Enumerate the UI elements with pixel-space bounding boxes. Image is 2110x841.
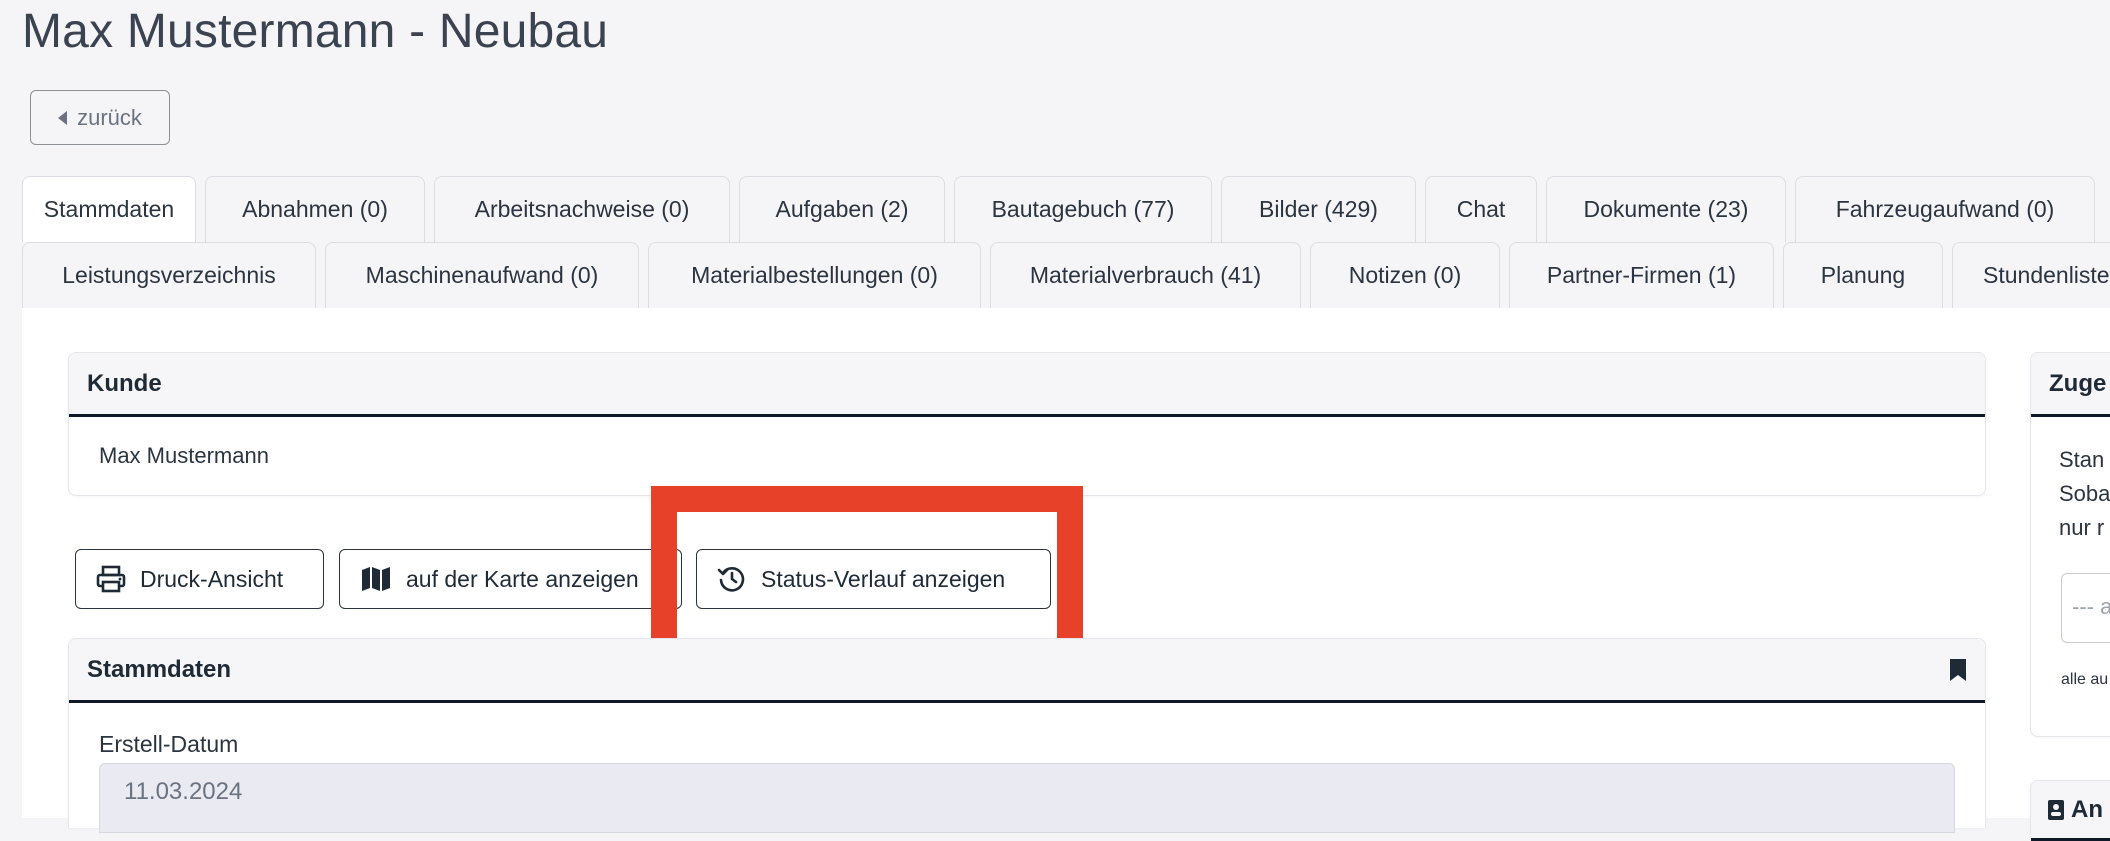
map-icon [362,567,390,591]
tab-planung[interactable]: Planung [1783,242,1943,308]
side-text-line: nur r [2059,515,2105,540]
tab-label: Fahrzeugaufwand (0) [1835,196,2055,222]
caret-left-icon [58,110,68,125]
tab-label: Stammdaten [43,196,175,222]
status-history-label: Status-Verlauf anzeigen [761,565,1006,592]
tab-maschinenaufwand[interactable]: Maschinenaufwand (0) [325,242,639,308]
side-text-line: Soba [2059,481,2110,506]
kunde-card: Kunde Max Mustermann [68,352,1986,496]
tab-fahrzeugaufwand[interactable]: Fahrzeugaufwand (0) [1795,176,2095,242]
history-icon [717,567,745,592]
side-panel-small-text: alle au [2061,671,2109,688]
back-button-label: zurück [77,104,142,130]
tab-aufgaben[interactable]: Aufgaben (2) [739,176,945,242]
tabs-row-2: Leistungsverzeichnis Maschinenaufwand (0… [22,242,2110,308]
tab-abnahmen[interactable]: Abnahmen (0) [205,176,425,242]
kunde-card-header: Kunde [69,353,1985,417]
tab-label: Planung [1820,262,1906,288]
side-panel-text: Stan Soba nur r [2059,443,2110,545]
tab-label: Bilder (429) [1259,196,1378,222]
show-on-map-button[interactable]: auf der Karte anzeigen [339,549,682,609]
tab-partner-firmen[interactable]: Partner-Firmen (1) [1509,242,1774,308]
created-date-field[interactable]: 11.03.2024 [99,763,1955,833]
side-panel-card: Zuge Stan Soba nur r --- a alle au [2030,352,2110,737]
stammdaten-card-title: Stammdaten [87,655,232,683]
tab-label: Leistungsverzeichnis [62,262,276,288]
tab-bautagebuch[interactable]: Bautagebuch (77) [954,176,1212,242]
tab-materialbestellungen[interactable]: Materialbestellungen (0) [648,242,981,308]
created-date-label: Erstell-Datum [99,731,239,757]
kunde-name: Max Mustermann [99,443,269,468]
side-panel-header: Zuge [2031,353,2110,417]
print-view-button[interactable]: Druck-Ansicht [75,549,324,609]
tab-label: Stundenliste [1983,262,2110,288]
tab-label: Abnahmen (0) [242,196,388,222]
side-panel-2-header: An [2031,781,2110,841]
tabs-row-1: Stammdaten Abnahmen (0) Arbeitsnachweise… [22,176,2095,242]
contact-card-icon [2048,799,2064,820]
kunde-card-title: Kunde [87,369,162,397]
bookmark-icon[interactable] [1949,658,1967,682]
print-view-label: Druck-Ansicht [140,565,284,592]
tab-label: Materialbestellungen (0) [691,262,938,288]
side-text-line: Stan [2059,447,2105,472]
tab-stundenliste[interactable]: Stundenliste [1952,242,2110,308]
tab-label: Arbeitsnachweise (0) [474,196,690,222]
tab-label: Partner-Firmen (1) [1546,262,1737,288]
tab-label: Materialverbrauch (41) [1029,262,1262,288]
page-title: Max Mustermann - Neubau [22,5,609,58]
tab-leistungsverzeichnis[interactable]: Leistungsverzeichnis [22,242,316,308]
status-history-button[interactable]: Status-Verlauf anzeigen [696,549,1051,609]
side-panel-2-title: An [2071,795,2103,823]
tab-bilder[interactable]: Bilder (429) [1221,176,1416,242]
side-panel-card-2: An [2030,780,2110,841]
tab-chat[interactable]: Chat [1425,176,1537,242]
tab-label: Notizen (0) [1348,262,1462,288]
back-button[interactable]: zurück [30,90,170,145]
tab-label: Bautagebuch (77) [991,196,1175,222]
side-panel-select[interactable]: --- a [2061,573,2110,643]
tab-materialverbrauch[interactable]: Materialverbrauch (41) [990,242,1301,308]
tab-notizen[interactable]: Notizen (0) [1310,242,1500,308]
tab-label: Aufgaben (2) [775,196,909,222]
tab-label: Chat [1456,196,1506,222]
printer-icon [96,565,126,593]
tab-label: Maschinenaufwand (0) [365,262,599,288]
stammdaten-card: Stammdaten Erstell-Datum 11.03.2024 [68,638,1986,833]
side-panel-title: Zuge [2049,369,2107,397]
tab-label: Dokumente (23) [1583,196,1749,222]
show-on-map-label: auf der Karte anzeigen [406,565,639,592]
tab-stammdaten[interactable]: Stammdaten [22,176,196,242]
tab-arbeitsnachweise[interactable]: Arbeitsnachweise (0) [434,176,730,242]
stammdaten-card-header: Stammdaten [69,639,1985,703]
tab-dokumente[interactable]: Dokumente (23) [1546,176,1786,242]
